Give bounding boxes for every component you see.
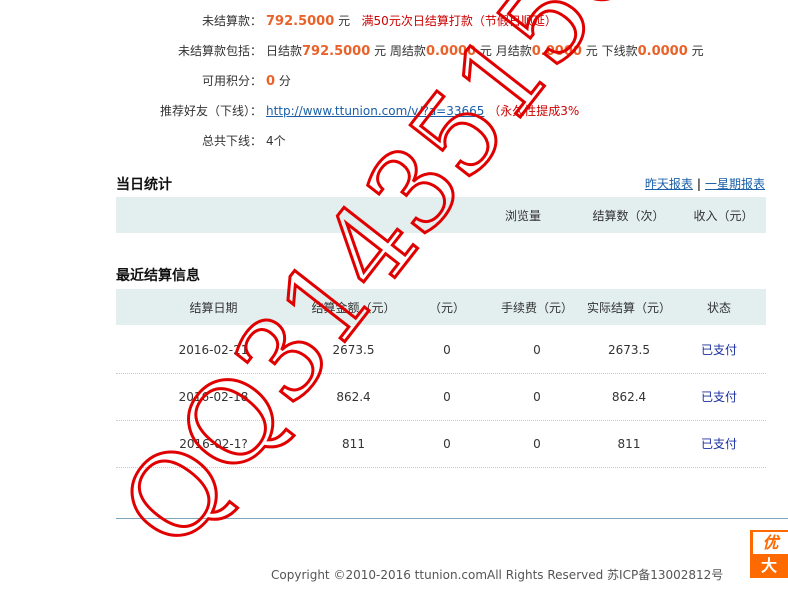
total-downline-row: 总共下线： 4个 [0,131,788,151]
referral-label: 推荐好友（下线）： [159,104,262,118]
downline-unit: 元 [687,44,704,58]
settle-header-date: 结算日期 [189,301,238,315]
cell-status[interactable]: 已支付 [694,421,744,467]
cell-amount: 2673.5 [332,343,375,357]
table-row: 2016-02-1? 811 0 0 811 已支付 [116,421,766,468]
daily-amount: 792.5000 [302,44,371,59]
cell-amount: 811 [342,437,365,451]
daily-header-settle-count: 结算数（次） [592,209,665,223]
cell-date: 2016-02-1? [179,437,248,451]
downline-label: 下线款 [601,44,638,58]
monthly-unit: 元 [581,44,602,58]
points-value: 0 [266,74,276,89]
footer-copyright: Copyright ©2010-2016 ttunion.comAll Righ… [271,568,724,582]
weekly-label: 周结款 [389,44,426,58]
daily-stats-title: 当日统计 [116,177,172,193]
unsettled-unit: 元 [334,14,351,28]
settlements-title: 最近结算信息 [116,268,200,284]
referral-note: （永久性提成3% [488,104,580,118]
referral-row: 推荐好友（下线）： http://www.ttunion.com/v/?a=33… [0,101,788,121]
daily-stats-header: 浏览量 结算数（次） 收入（元） [116,197,766,233]
cell-actual: 862.4 [611,390,647,404]
settle-header-status: 状态 [706,301,731,315]
cell-col3: 0 [443,390,451,404]
points-row: 可用积分： 0 分 [0,71,788,91]
cell-status[interactable]: 已支付 [694,327,744,373]
unsettled-value: 792.5000 元 满50元次日结算打款（节假日顺延） [266,11,557,32]
breakdown-label: 未结算款包括： [177,44,262,58]
unsettled-label: 未结算款： [201,14,262,28]
ad-bottom-text: 大 [760,556,777,575]
breakdown-row: 未结算款包括： 日结款792.5000 元 周结款0.0000 元 月结款0.0… [0,41,788,61]
weekly-unit: 元 [476,44,496,58]
cell-fee: 0 [533,437,541,451]
table-row: 2016-02-18 862.4 0 0 862.4 已支付 [116,374,766,421]
settlements-header: 结算日期 结算金额（元） （元） 手续费（元） 实际结算（元） 状态 [116,289,766,325]
cell-status[interactable]: 已支付 [694,374,744,420]
cell-actual: 2673.5 [608,343,650,357]
monthly-amount: 0.0000 [531,44,582,59]
downline-amount: 0.0000 [637,44,688,59]
cell-amount: 862.4 [336,390,371,404]
cell-fee: 0 [533,390,541,404]
settle-header-col3: （元） [428,301,465,315]
yesterday-report-link[interactable]: 昨天报表 [645,177,693,191]
referral-value: http://www.ttunion.com/v/?a=33665 （永久性提成… [266,101,579,121]
unsettled-row: 未结算款： 792.5000 元 满50元次日结算打款（节假日顺延） [0,11,788,31]
table-row: 2016-02-21 2673.5 0 0 2673.5 已支付 [116,327,766,374]
ad-top-text: 优 [753,532,788,554]
points-unit: 分 [275,74,291,88]
footer-divider [116,518,788,519]
daily-label: 日结款 [266,44,303,58]
settle-header-amount: 结算金额（元） [311,301,396,315]
report-links: 昨天报表 | 一星期报表 [645,175,765,192]
week-report-link[interactable]: 一星期报表 [705,177,765,191]
referral-link[interactable]: http://www.ttunion.com/v/?a=33665 [266,104,484,118]
total-downline-value: 4个 [266,134,286,148]
daily-unit: 元 [370,44,390,58]
daily-header-income: 收入（元） [693,209,754,223]
cell-date: 2016-02-18 [178,390,249,404]
cell-col3: 0 [443,343,451,357]
weekly-amount: 0.0000 [425,44,477,59]
points-label: 可用积分： [201,74,262,88]
total-downline-label: 总共下线： [201,134,262,148]
cell-actual: 811 [617,437,641,451]
points-value-wrap: 0 分 [266,71,291,92]
cell-col3: 0 [443,437,451,451]
report-link-separator: | [696,177,702,191]
cell-date: 2016-02-21 [178,343,249,357]
settle-header-actual: 实际结算（元） [586,301,671,315]
unsettled-note: 满50元次日结算打款（节假日顺延） [361,14,557,28]
settle-header-fee: 手续费（元） [500,301,573,315]
cell-fee: 0 [533,343,541,357]
daily-header-views: 浏览量 [504,209,541,223]
floating-ad-badge[interactable]: 优 大 [750,530,788,578]
breakdown-value: 日结款792.5000 元 周结款0.0000 元 月结款0.0000 元 下线… [266,41,704,62]
unsettled-amount: 792.5000 [266,14,335,29]
monthly-label: 月结款 [495,44,532,58]
